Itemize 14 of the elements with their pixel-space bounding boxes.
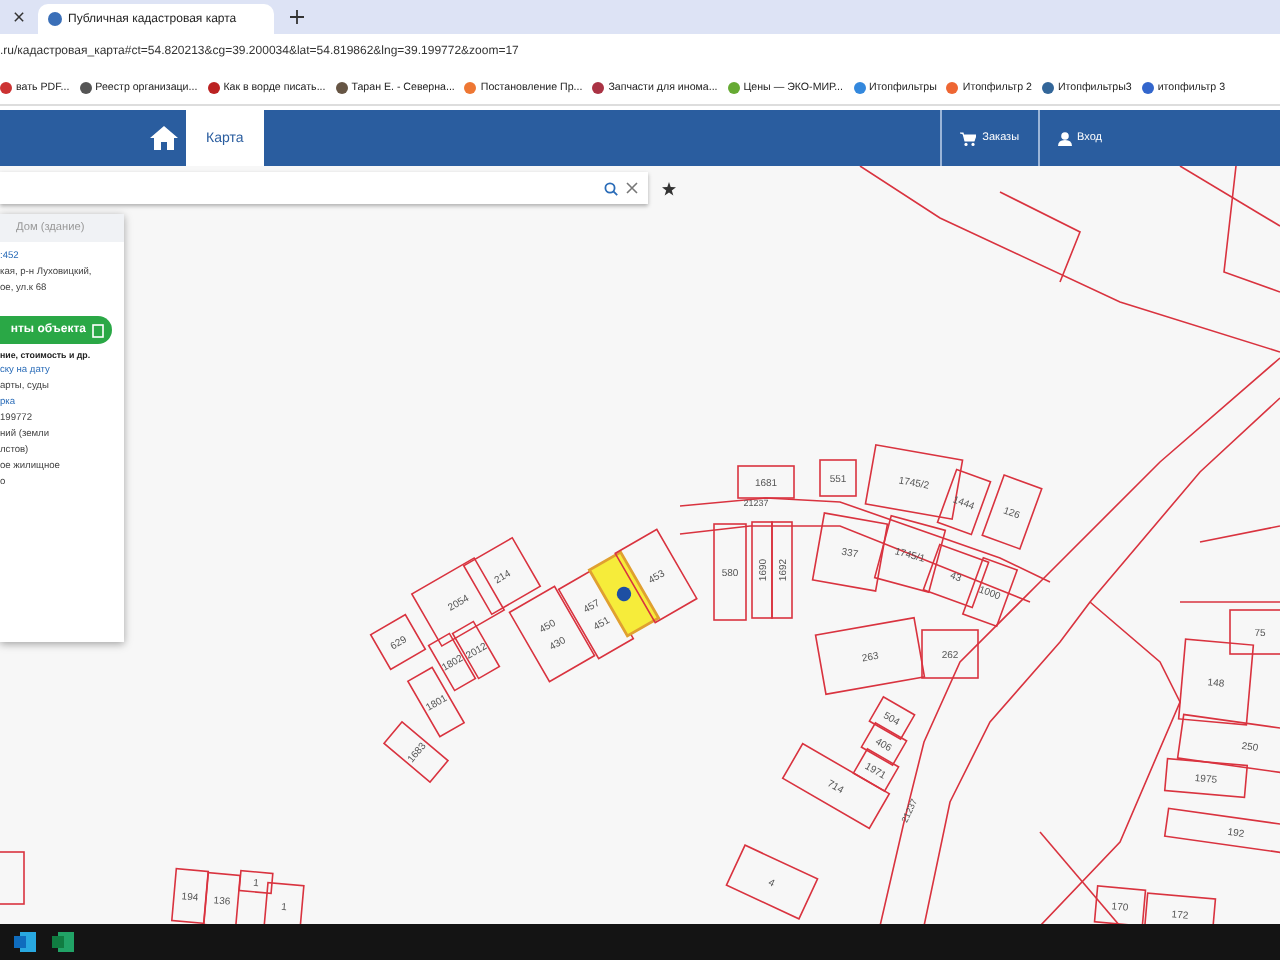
close-icon[interactable]: [14, 12, 24, 22]
star-icon: [661, 181, 675, 195]
new-tab-icon[interactable]: [290, 10, 304, 24]
close-icon[interactable]: [626, 182, 638, 194]
user-icon: [1057, 131, 1072, 145]
document-icon: [92, 323, 104, 337]
search-field[interactable]: [0, 172, 648, 204]
mail-app-icon[interactable]: [12, 930, 38, 954]
spreadsheet-app-icon[interactable]: [50, 930, 76, 954]
search-icon[interactable]: [604, 181, 618, 195]
home-icon: [150, 126, 178, 150]
parcel[interactable]: [0, 851, 25, 905]
site-icon: [48, 12, 62, 26]
cart-icon: [960, 131, 977, 145]
